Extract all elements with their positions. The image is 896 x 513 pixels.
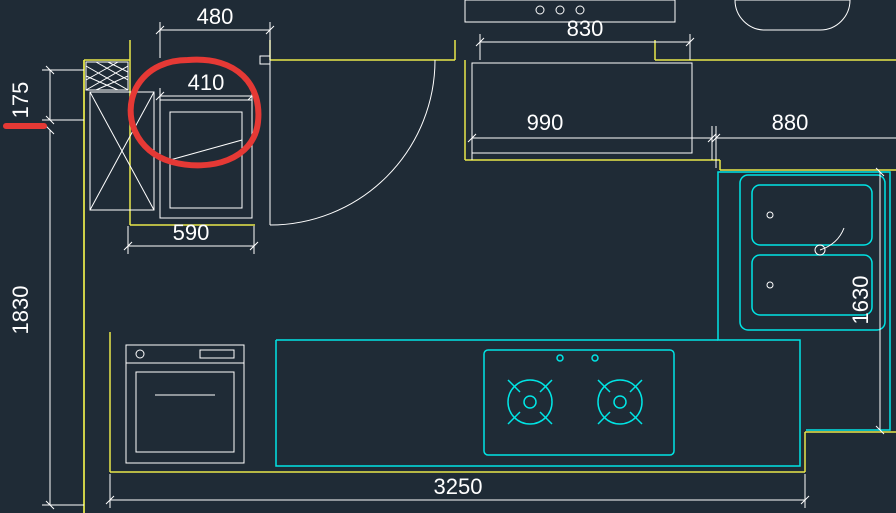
dim-label-880: 880 <box>772 110 809 135</box>
cooktop <box>484 350 674 455</box>
dim-label-1830: 1830 <box>8 286 33 335</box>
column-hatch <box>86 62 128 90</box>
dim-830: 830 <box>476 16 694 60</box>
dim-label-480: 480 <box>197 4 234 29</box>
x-box <box>90 92 154 210</box>
dim-label-3250: 3250 <box>434 474 483 499</box>
upper-cabinet-830 <box>472 63 692 153</box>
lower-counter-run <box>276 172 890 466</box>
dim-3250: 3250 <box>106 474 809 508</box>
dim-label-830: 830 <box>567 16 604 41</box>
dim-1830: 1830 <box>8 126 84 509</box>
dim-label-590: 590 <box>173 220 210 245</box>
dim-880: 880 <box>712 110 896 168</box>
door-swing <box>260 56 435 225</box>
dim-label-990: 990 <box>527 110 564 135</box>
dim-480: 480 <box>156 4 274 58</box>
dim-label-410: 410 <box>188 70 225 95</box>
dim-1630: 1630 <box>848 168 884 434</box>
dim-label-175: 175 <box>8 82 33 119</box>
oven <box>126 345 244 463</box>
upper-sink-strip <box>465 0 850 30</box>
dim-label-1630: 1630 <box>848 276 873 325</box>
floorplan-canvas[interactable]: 480 830 175 410 <box>0 0 896 513</box>
dim-175: 175 <box>8 66 84 124</box>
cabinet-410 <box>160 100 252 218</box>
